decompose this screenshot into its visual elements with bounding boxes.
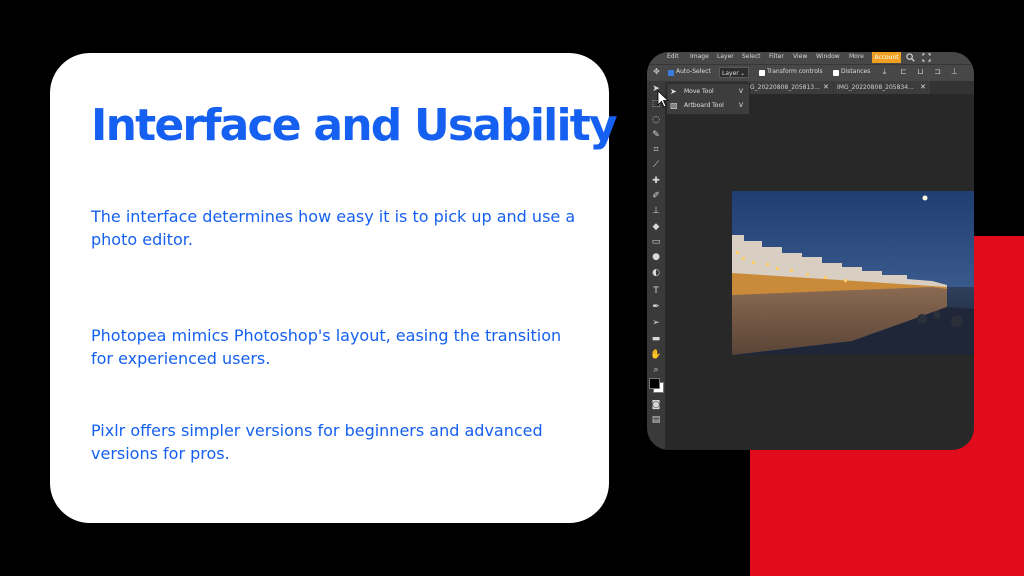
screen-mode-icon[interactable]: ▤ xyxy=(650,414,662,426)
auto-select-checkbox[interactable] xyxy=(668,70,674,76)
eraser-tool-icon[interactable]: ◆ xyxy=(650,221,662,233)
path-select-icon[interactable]: ➢ xyxy=(650,317,662,329)
menu-edit[interactable]: Edit xyxy=(667,53,679,60)
search-icon[interactable] xyxy=(906,53,915,64)
menu-bar: Edit Image Layer Select Filter View Wind… xyxy=(647,52,974,64)
healing-brush-icon[interactable]: ✚ xyxy=(650,175,662,187)
quick-mask-icon[interactable]: ◙ xyxy=(650,399,662,411)
fullscreen-icon[interactable] xyxy=(922,53,931,64)
align-bottom-icon[interactable]: ⊥ xyxy=(950,67,959,77)
align-center-icon[interactable]: ⊔ xyxy=(916,67,925,77)
move-tool-icon: ➤ xyxy=(670,87,677,96)
blur-tool-icon[interactable]: ● xyxy=(650,251,662,263)
photopea-screenshot: Edit Image Layer Select Filter View Wind… xyxy=(647,52,974,450)
paragraph-pixlr: Pixlr offers simpler versions for beginn… xyxy=(91,421,543,463)
move-tool-options-icon: ✥ xyxy=(653,67,660,76)
canvas-photo[interactable] xyxy=(732,191,974,355)
slide-title: Interface and Usability xyxy=(91,100,618,151)
foreground-color-swatch[interactable] xyxy=(649,378,660,389)
paragraph-photopea: Photopea mimics Photoshop's layout, easi… xyxy=(91,326,562,368)
menu-filter[interactable]: Filter xyxy=(769,53,784,60)
close-tab-icon[interactable]: ✕ xyxy=(920,81,926,94)
transform-controls-checkbox[interactable] xyxy=(759,70,765,76)
account-button[interactable]: Account xyxy=(872,52,901,63)
flyout-item-move-tool[interactable]: ➤ Move Tool V xyxy=(669,85,747,99)
menu-view[interactable]: View xyxy=(793,53,807,60)
brush-tool-icon[interactable]: ✐ xyxy=(650,190,662,202)
chevron-down-icon: ⌄ xyxy=(739,70,745,77)
dodge-tool-icon[interactable]: ◐ xyxy=(650,267,662,279)
tab-document-2[interactable]: IMG_20220808_205834... xyxy=(834,81,930,94)
close-tab-icon[interactable]: ✕ xyxy=(823,81,829,94)
menu-layer[interactable]: Layer xyxy=(717,53,734,60)
align-right-icon[interactable]: ⊐ xyxy=(933,67,942,77)
distances-label: Distances xyxy=(841,68,871,75)
lasso-tool-icon[interactable]: ◌ xyxy=(650,114,662,126)
crop-tool-icon[interactable]: ⌗ xyxy=(650,144,662,156)
menu-select[interactable]: Select xyxy=(742,53,761,60)
tools-panel: ➤ ⬚ ◌ ✎ ⌗ ⟋ ✚ ✐ ⊥ ◆ ▭ ● ◐ T ✒ ➢ ▬ ✋ ⌕ ◙ … xyxy=(647,81,665,450)
paragraph-interface: The interface determines how easy it is … xyxy=(91,207,576,249)
download-icon[interactable]: ⤓ xyxy=(880,67,889,77)
auto-select-label: Auto-Select xyxy=(676,68,711,75)
artboard-tool-icon: ▧ xyxy=(670,101,678,110)
move-tool-flyout: ➤ Move Tool V ▧ Artboard Tool V xyxy=(666,83,750,115)
gradient-tool-icon[interactable]: ▭ xyxy=(650,236,662,248)
align-left-icon[interactable]: ⊏ xyxy=(899,67,908,77)
transform-controls-label: Transform controls xyxy=(767,68,823,75)
mouse-cursor-icon xyxy=(657,90,669,108)
eyedropper-icon[interactable]: ⟋ xyxy=(650,159,662,171)
type-tool-icon[interactable]: T xyxy=(650,285,662,297)
menu-image[interactable]: Image xyxy=(690,53,709,60)
layer-select[interactable]: Layer ⌄ xyxy=(719,67,749,78)
clone-stamp-icon[interactable]: ⊥ xyxy=(650,205,662,217)
text-card: Interface and Usability The interface de… xyxy=(50,53,618,523)
magic-wand-icon[interactable]: ✎ xyxy=(650,129,662,141)
pen-tool-icon[interactable]: ✒ xyxy=(650,301,662,313)
shape-tool-icon[interactable]: ▬ xyxy=(650,333,662,345)
hand-tool-icon[interactable]: ✋ xyxy=(650,349,662,361)
tab-document-1[interactable]: G_20220808_205813... xyxy=(747,81,833,94)
zoom-tool-icon[interactable]: ⌕ xyxy=(650,364,662,376)
distances-checkbox[interactable] xyxy=(833,70,839,76)
flyout-item-artboard-tool[interactable]: ▧ Artboard Tool V xyxy=(669,99,747,113)
menu-window[interactable]: Window xyxy=(816,53,840,60)
options-bar: ✥ Auto-Select Layer ⌄ Transform controls… xyxy=(647,64,974,81)
menu-more[interactable]: More xyxy=(849,53,864,60)
